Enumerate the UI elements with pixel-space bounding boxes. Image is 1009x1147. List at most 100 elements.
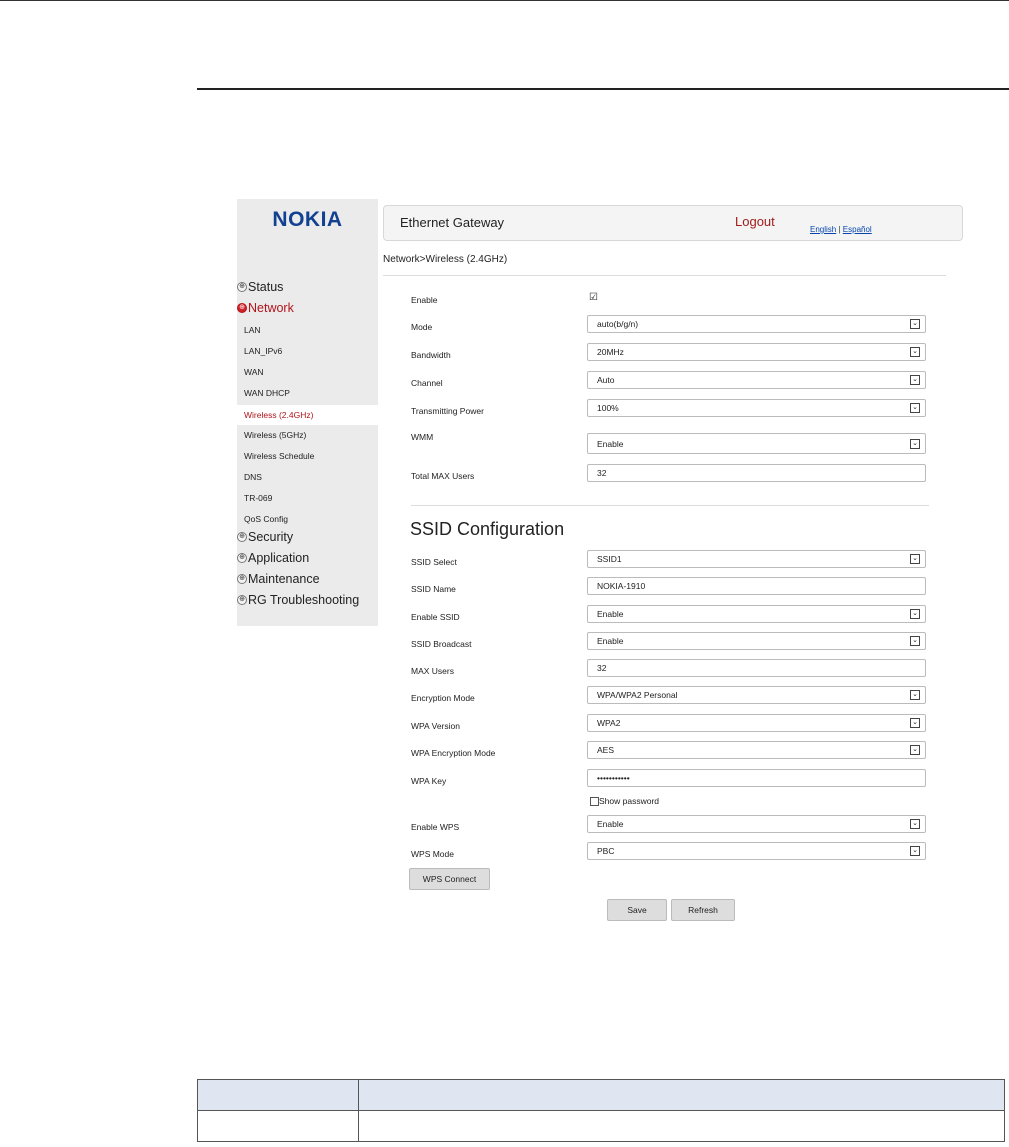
ssid-configuration-title: SSID Configuration (410, 519, 565, 539)
mode-select[interactable]: auto(b/g/n) ⌄ (587, 315, 926, 333)
logo-area: NOKIA (237, 199, 378, 241)
chevron-down-icon: ⌄ (910, 375, 920, 385)
mode-label: Mode (411, 322, 433, 332)
nav-item-lan[interactable]: LAN (244, 325, 261, 335)
wpa-encryption-mode-label: WPA Encryption Mode (411, 748, 496, 758)
ssid-select-label: SSID Select (411, 557, 457, 567)
refresh-button[interactable]: Refresh (671, 899, 735, 921)
wpa-version-select[interactable]: WPA2 ⌄ (587, 714, 926, 732)
max-users-value: 32 (597, 663, 607, 673)
total-max-users-input[interactable]: 32 (587, 464, 926, 482)
wpa-key-value: ••••••••••• (597, 773, 630, 783)
nav-item-wireless-schedule[interactable]: Wireless Schedule (244, 451, 314, 461)
channel-select[interactable]: Auto ⌄ (587, 371, 926, 389)
nav-network[interactable]: ⊕ Network (237, 301, 294, 315)
encryption-mode-label: Encryption Mode (411, 693, 475, 703)
wps-connect-button[interactable]: WPS Connect (409, 868, 490, 890)
table-cell (197, 1110, 359, 1142)
ssid-broadcast-label: SSID Broadcast (411, 639, 472, 649)
enable-wps-label: Enable WPS (411, 822, 460, 832)
transmitting-power-label: Transmitting Power (411, 406, 484, 416)
chevron-down-icon: ⌄ (910, 745, 920, 755)
nav-rg-troubleshooting[interactable]: ⊕ RG Troubleshooting (237, 593, 359, 607)
expand-icon: ⊕ (237, 595, 247, 605)
chevron-down-icon: ⌄ (910, 718, 920, 728)
channel-label: Channel (411, 378, 443, 388)
expand-icon: ⊕ (237, 553, 247, 563)
wps-mode-value: PBC (597, 846, 615, 856)
lang-english-link[interactable]: English (810, 225, 836, 234)
max-users-input[interactable]: 32 (587, 659, 926, 677)
show-password-checkbox[interactable] (590, 797, 599, 806)
nav-network-label: Network (248, 301, 294, 315)
chevron-down-icon: ⌄ (910, 403, 920, 413)
wpa-encryption-mode-select[interactable]: AES ⌄ (587, 741, 926, 759)
chevron-down-icon: ⌄ (910, 690, 920, 700)
bandwidth-select[interactable]: 20MHz ⌄ (587, 343, 926, 361)
chevron-down-icon: ⌄ (910, 439, 920, 449)
total-max-users-value: 32 (597, 468, 607, 478)
ssid-select[interactable]: SSID1 ⌄ (587, 550, 926, 568)
ssid-broadcast-select[interactable]: Enable ⌄ (587, 632, 926, 650)
enable-wps-select[interactable]: Enable ⌄ (587, 815, 926, 833)
table-header-cell (358, 1079, 1005, 1111)
nav-maintenance[interactable]: ⊕ Maintenance (237, 572, 320, 586)
nav-item-wan-dhcp[interactable]: WAN DHCP (244, 388, 290, 398)
nav-application-label: Application (248, 551, 310, 565)
nav-status-label: Status (248, 280, 284, 294)
nav-item-wan[interactable]: WAN (244, 367, 264, 377)
table-row (197, 1110, 1005, 1142)
transmitting-power-select[interactable]: 100% ⌄ (587, 399, 926, 417)
nav-item-wireless-5ghz[interactable]: Wireless (5GHz) (244, 430, 306, 440)
wpa-version-label: WPA Version (411, 721, 460, 731)
save-button[interactable]: Save (607, 899, 667, 921)
transmitting-power-value: 100% (597, 403, 619, 413)
show-password-label: Show password (599, 796, 660, 806)
language-switcher: English | Español (810, 225, 872, 234)
nav-item-qos-config[interactable]: QoS Config (244, 514, 288, 524)
chevron-down-icon: ⌄ (910, 609, 920, 619)
chevron-down-icon: ⌄ (910, 819, 920, 829)
chevron-down-icon: ⌄ (910, 636, 920, 646)
encryption-mode-select[interactable]: WPA/WPA2 Personal ⌄ (587, 686, 926, 704)
wmm-select[interactable]: Enable ⌄ (587, 433, 926, 454)
nav-item-wireless-24ghz[interactable]: Wireless (2.4GHz) (237, 405, 378, 425)
wpa-key-input[interactable]: ••••••••••• (587, 769, 926, 787)
channel-value: Auto (597, 375, 615, 385)
table-header-row (197, 1079, 1005, 1111)
bandwidth-label: Bandwidth (411, 350, 451, 360)
wpa-key-label: WPA Key (411, 776, 447, 786)
nav-status[interactable]: ⊕ Status (237, 280, 283, 294)
nav-security[interactable]: ⊕ Security (237, 530, 293, 544)
chevron-down-icon: ⌄ (910, 554, 920, 564)
chevron-down-icon: ⌄ (910, 347, 920, 357)
header-rule (197, 88, 1009, 90)
enable-checkbox[interactable]: ☑ (589, 292, 598, 303)
table-cell (358, 1110, 1005, 1142)
breadcrumb-divider (383, 275, 946, 276)
wpa-encryption-mode-value: AES (597, 745, 615, 755)
expand-icon: ⊕ (237, 532, 247, 542)
logout-link[interactable]: Logout (735, 214, 775, 229)
nav-application[interactable]: ⊕ Application (237, 551, 309, 565)
lang-spanish-link[interactable]: Español (843, 225, 872, 234)
ssid-name-input[interactable]: NOKIA-1910 (587, 577, 926, 595)
nav-item-lan-ipv6[interactable]: LAN_IPv6 (244, 346, 282, 356)
nav-item-dns[interactable]: DNS (244, 472, 262, 482)
wps-mode-label: WPS Mode (411, 849, 454, 859)
max-users-label: MAX Users (411, 666, 454, 676)
bandwidth-value: 20MHz (597, 347, 624, 357)
enable-ssid-select[interactable]: Enable ⌄ (587, 605, 926, 623)
nav-item-tr069[interactable]: TR-069 (244, 493, 272, 503)
chevron-down-icon: ⌄ (910, 846, 920, 856)
wps-mode-select[interactable]: PBC ⌄ (587, 842, 926, 860)
encryption-mode-value: WPA/WPA2 Personal (597, 690, 678, 700)
ssid-name-label: SSID Name (411, 584, 456, 594)
expand-icon: ⊕ (237, 574, 247, 584)
expand-icon: ⊕ (237, 282, 247, 292)
wpa-version-value: WPA2 (597, 718, 621, 728)
ssid-broadcast-value: Enable (597, 636, 624, 646)
wmm-label: WMM (411, 432, 434, 442)
ssid-name-value: NOKIA-1910 (597, 581, 646, 591)
ssid-select-value: SSID1 (597, 554, 622, 564)
